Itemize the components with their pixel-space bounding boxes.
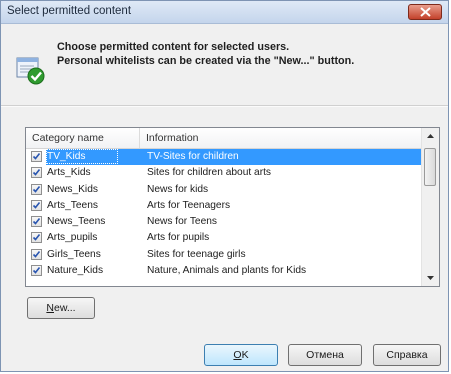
checkbox-check-icon — [32, 250, 41, 258]
scroll-up-button[interactable] — [422, 128, 439, 144]
title-bar[interactable]: Select permitted content — [1, 1, 448, 24]
new-button[interactable]: New... — [27, 297, 95, 319]
category-info: Sites for children about arts — [147, 167, 272, 179]
list-item[interactable]: Arts_Kids Sites for children about arts — [26, 165, 422, 181]
list-item[interactable]: Arts_pupils Arts for pupils — [26, 230, 422, 246]
new-button-label: ew... — [53, 302, 76, 314]
list-item[interactable]: News_Teens News for Teens — [26, 214, 422, 230]
category-list[interactable]: Category name Information TV_Kids TV-Sit… — [25, 127, 440, 287]
category-name: Arts_Teens — [47, 199, 98, 211]
row-checkbox[interactable] — [31, 151, 42, 162]
scroll-down-arrow-icon — [427, 276, 434, 280]
category-name: TV_Kids — [47, 151, 86, 162]
checkbox-check-icon — [32, 169, 41, 176]
category-name: Arts_pupils — [47, 232, 98, 244]
list-item[interactable]: Nature_Kids Nature, Animals and plants f… — [26, 263, 422, 279]
category-info: Arts for pupils — [147, 232, 210, 244]
row-checkbox[interactable] — [31, 167, 42, 179]
instruction-line-2: Personal whitelists can be created via t… — [57, 55, 355, 67]
category-name: Girls_Teens — [47, 248, 101, 260]
column-header-information[interactable]: Information — [146, 132, 199, 144]
new-button-mnemonic: N — [46, 302, 54, 314]
scroll-up-arrow-icon — [427, 134, 434, 138]
list-header: Category name Information — [26, 128, 422, 149]
cancel-button[interactable]: Отмена — [288, 344, 362, 366]
ok-button-label: K — [241, 349, 249, 361]
list-rows: TV_Kids TV-Sites for children Arts_Kids … — [26, 149, 422, 279]
row-checkbox[interactable] — [31, 232, 42, 244]
help-button[interactable]: Справка — [373, 344, 441, 366]
list-item[interactable]: News_Kids News for kids — [26, 182, 422, 198]
instruction-line-1: Choose permitted content for selected us… — [57, 41, 290, 53]
header-separator — [1, 105, 448, 107]
row-checkbox[interactable] — [31, 183, 42, 195]
window-title: Select permitted content — [7, 5, 132, 17]
approve-list-icon — [15, 55, 45, 90]
category-info: News for Teens — [147, 216, 218, 228]
checkbox-check-icon — [32, 218, 41, 225]
list-item[interactable]: Arts_Teens Arts for Teenagers — [26, 198, 422, 214]
checkbox-check-icon — [32, 234, 41, 242]
column-divider[interactable] — [139, 128, 140, 148]
category-name: News_Kids — [47, 183, 98, 195]
row-checkbox[interactable] — [31, 216, 42, 228]
checkbox-check-icon — [32, 185, 41, 193]
checkbox-check-icon — [32, 201, 41, 209]
category-name: Arts_Kids — [47, 167, 91, 179]
category-info: News for kids — [147, 183, 209, 195]
scroll-thumb[interactable] — [424, 148, 436, 186]
ok-button[interactable]: OK — [204, 344, 278, 366]
checkbox-check-icon — [32, 153, 41, 160]
close-button[interactable] — [408, 4, 442, 20]
row-checkbox[interactable] — [31, 248, 42, 260]
close-icon — [420, 7, 431, 17]
scroll-down-button[interactable] — [422, 270, 439, 286]
category-name: News_Teens — [47, 216, 106, 228]
list-item[interactable]: TV_Kids TV-Sites for children — [26, 149, 422, 165]
category-info: Arts for Teenagers — [147, 199, 231, 211]
category-info: Sites for teenage girls — [147, 248, 246, 260]
checkbox-check-icon — [32, 267, 41, 274]
category-name: Nature_Kids — [47, 265, 104, 277]
ok-button-mnemonic: O — [233, 349, 242, 361]
row-checkbox[interactable] — [31, 265, 42, 277]
help-button-label: Справка — [386, 349, 428, 361]
select-content-dialog: Select permitted content Choose permitte… — [0, 0, 449, 372]
vertical-scrollbar[interactable] — [421, 128, 439, 286]
column-header-category[interactable]: Category name — [32, 132, 104, 144]
category-info: Nature, Animals and plants for Kids — [147, 265, 307, 277]
category-info: TV-Sites for children — [147, 151, 239, 162]
list-item[interactable]: Girls_Teens Sites for teenage girls — [26, 247, 422, 263]
cancel-button-label: Отмена — [306, 349, 344, 361]
row-checkbox[interactable] — [31, 199, 42, 211]
